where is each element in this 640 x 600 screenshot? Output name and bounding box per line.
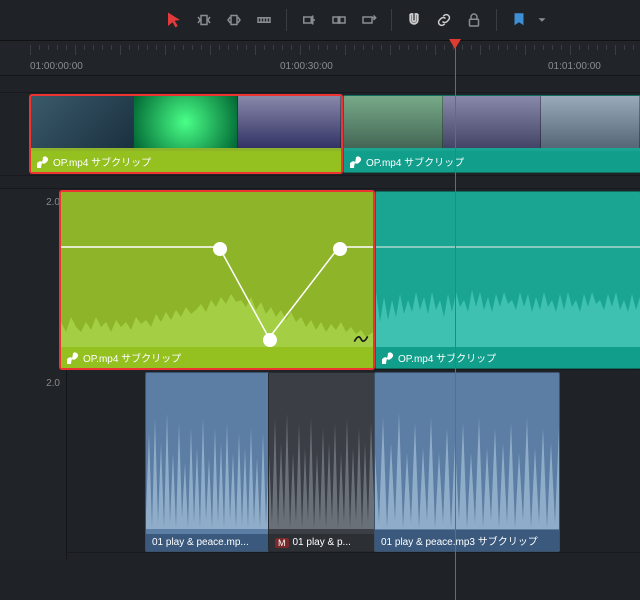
video-track[interactable]: OP.mp4 サブクリップ OP.mp4 サブクリップ [0, 93, 640, 176]
lock-icon[interactable] [460, 6, 488, 34]
waveform [146, 373, 269, 529]
toolbar-separator [496, 9, 497, 31]
snap-icon[interactable] [400, 6, 428, 34]
timecode-label: 01:01:00:00 [548, 61, 601, 72]
waveform [269, 373, 375, 529]
marker-dropdown-icon[interactable] [535, 6, 549, 34]
clip-label: OP.mp4 サブクリップ [344, 151, 640, 172]
timecode-label: 01:00:30:00 [280, 61, 333, 72]
waveform [376, 192, 640, 348]
pointer-tool-icon[interactable] [160, 6, 188, 34]
replace-clip-icon[interactable] [355, 6, 383, 34]
toolbar [0, 0, 640, 40]
clip-label: OP.mp4 サブクリップ [376, 347, 640, 368]
track-spacer [0, 176, 640, 189]
clip-label: 01 play & peace.mp3 サブクリップ [375, 530, 559, 551]
link-icon [37, 156, 49, 168]
marker-icon[interactable] [505, 6, 533, 34]
link-toggle-icon[interactable] [430, 6, 458, 34]
track-header[interactable]: 2.0 [0, 189, 67, 377]
link-icon [382, 352, 394, 364]
playhead[interactable] [455, 40, 456, 600]
clip-thumbnails [344, 96, 640, 148]
waveform [375, 373, 559, 529]
keyframe[interactable] [333, 242, 347, 256]
curve-editor-icon[interactable] [353, 332, 369, 346]
marker-badge: M [275, 538, 289, 548]
audio-track[interactable]: 2.0 01 play & peace.mp... M 01 play & p.… [0, 370, 640, 553]
audio-track[interactable]: 2.0 OP.mp4 サブクリップ [0, 189, 640, 370]
clip-label: 01 play & peace.mp... [146, 534, 269, 551]
waveform [61, 192, 373, 348]
keyframe[interactable] [263, 333, 277, 347]
blade-tool-icon[interactable] [250, 6, 278, 34]
clip-label: OP.mp4 サブクリップ [31, 151, 341, 172]
link-icon [67, 352, 79, 364]
clip-thumbnails [31, 96, 341, 148]
video-clip[interactable]: OP.mp4 サブクリップ [343, 95, 640, 173]
video-clip[interactable]: OP.mp4 サブクリップ [30, 95, 342, 173]
audio-clip[interactable]: 01 play & peace.mp... [145, 372, 270, 552]
track-header[interactable]: 2.0 [0, 370, 67, 560]
trim-in-tool-icon[interactable] [190, 6, 218, 34]
audio-clip[interactable]: M 01 play & p... [268, 372, 376, 552]
trim-out-tool-icon[interactable] [220, 6, 248, 34]
clip-label: M 01 play & p... [269, 534, 375, 551]
audio-clip[interactable]: OP.mp4 サブクリップ [60, 191, 374, 369]
track-spacer [0, 74, 640, 93]
toolbar-separator [286, 9, 287, 31]
audio-clip[interactable]: OP.mp4 サブクリップ [375, 191, 640, 369]
audio-clip[interactable]: 01 play & peace.mp3 サブクリップ [374, 372, 560, 552]
clip-label: OP.mp4 サブクリップ [61, 347, 373, 368]
toolbar-separator [391, 9, 392, 31]
keyframe[interactable] [213, 242, 227, 256]
timeline-tracks: OP.mp4 サブクリップ OP.mp4 サブクリップ 2.0 [0, 74, 640, 600]
timeline-ruler[interactable]: 01:00:00:00 01:00:30:00 01:01:00:00 [0, 40, 640, 76]
insert-clip-icon[interactable] [295, 6, 323, 34]
link-icon [350, 156, 362, 168]
timecode-label: 01:00:00:00 [30, 61, 83, 72]
overwrite-clip-icon[interactable] [325, 6, 353, 34]
